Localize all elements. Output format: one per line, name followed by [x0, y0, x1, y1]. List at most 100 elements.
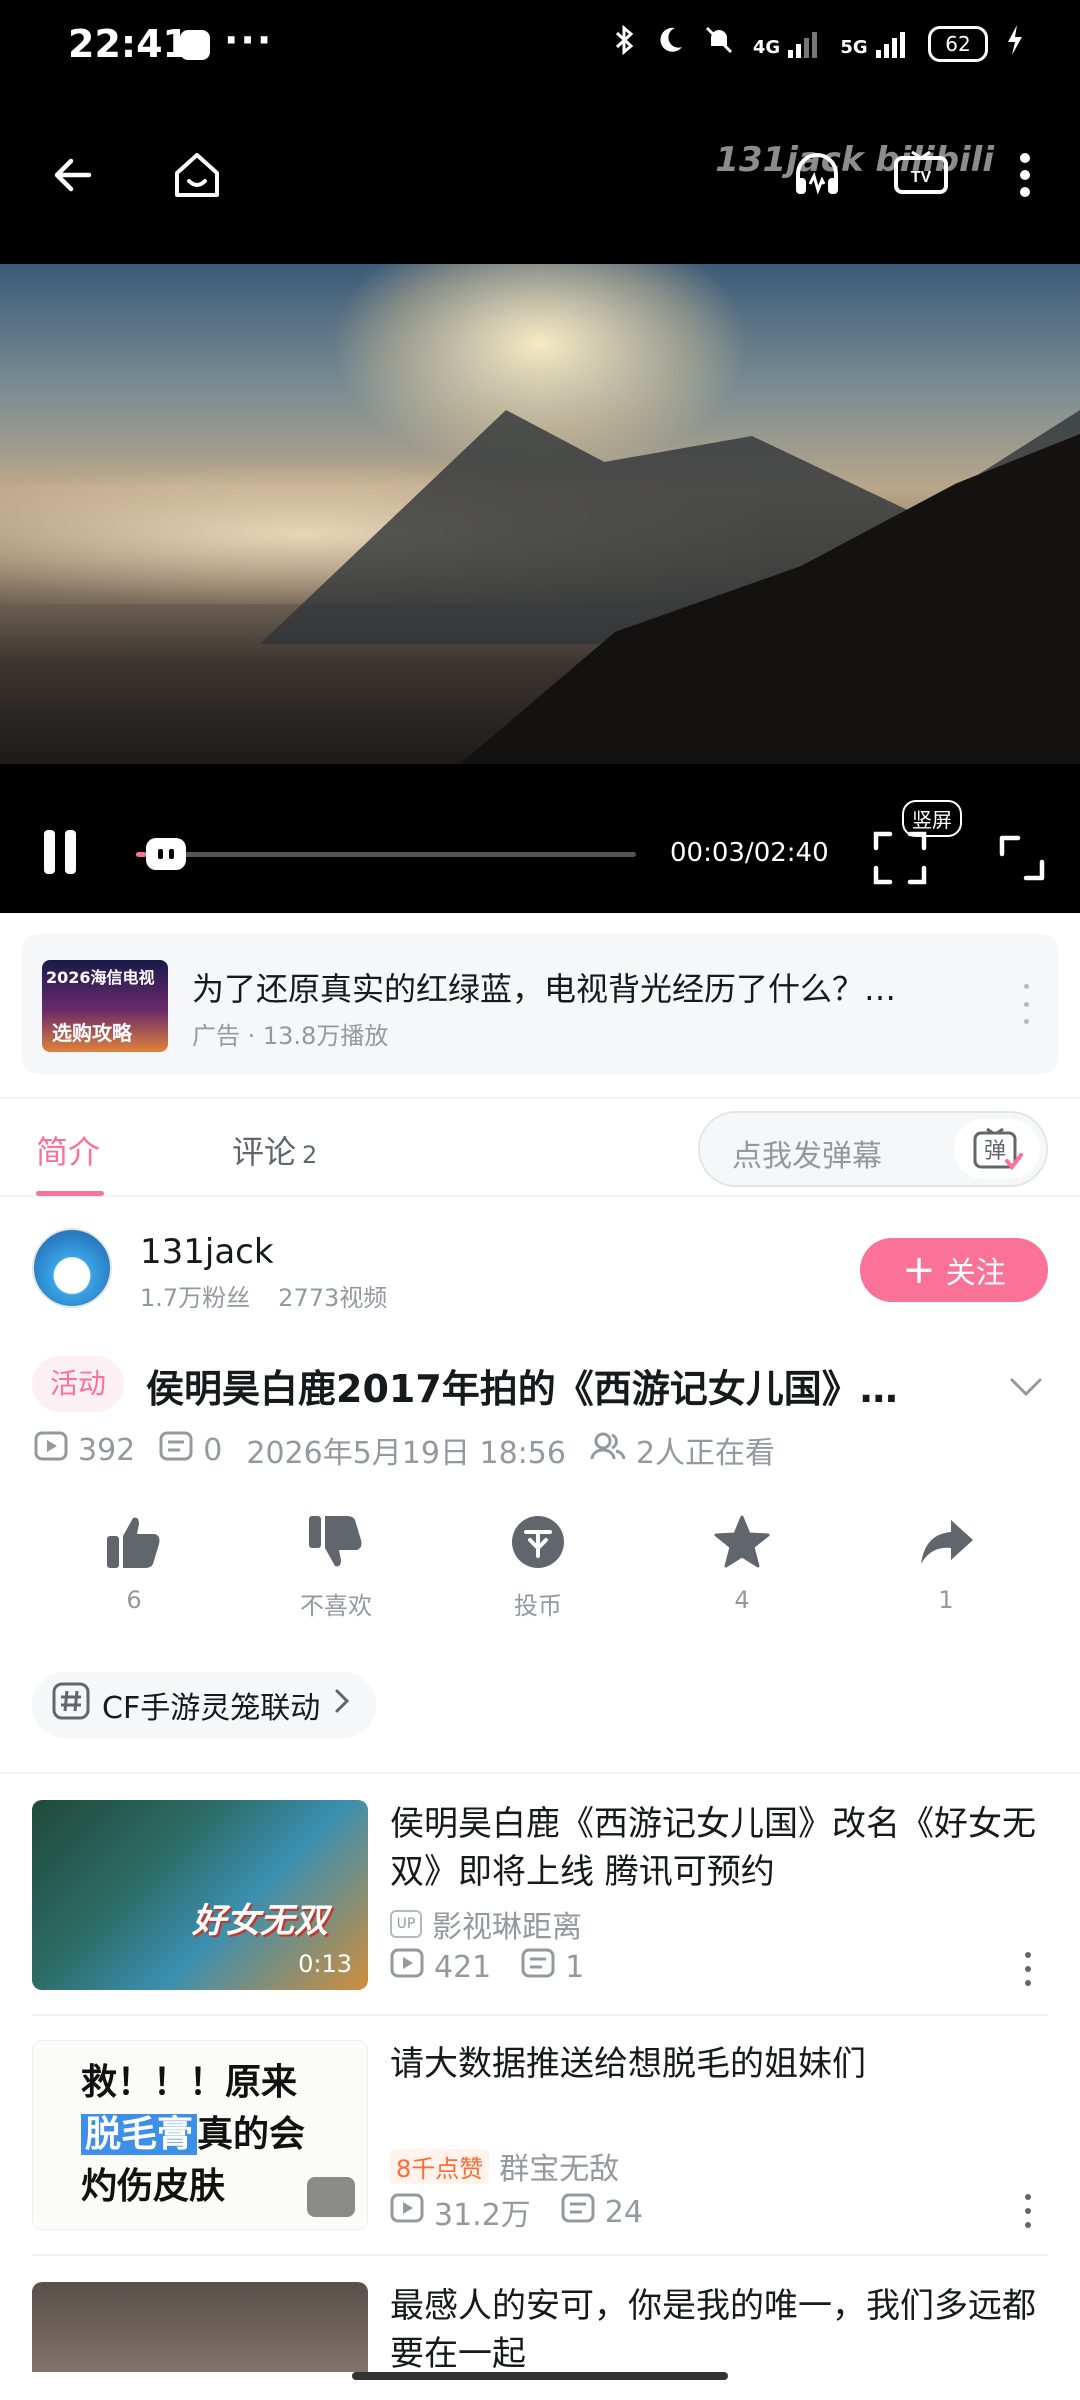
uploader-name[interactable]: 131jack	[140, 1232, 274, 1272]
more-vertical-icon[interactable]	[1022, 2194, 1034, 2228]
topic-chip[interactable]: CF手游灵笼联动	[32, 1672, 377, 1738]
player-controls: 00:03/02:40 竖屏	[0, 800, 1080, 910]
rec-plays: 31.2万	[434, 2198, 531, 2233]
publish-date: 2026年5月19日 18:56	[246, 1436, 566, 1471]
uploader-stats: 1.7万粉丝 2773视频	[140, 1278, 387, 1313]
rec-danmaku: 1	[565, 1949, 585, 1985]
video-frame[interactable]	[0, 264, 1080, 764]
home-icon[interactable]	[152, 130, 242, 220]
status-more-dots: ···	[224, 18, 274, 62]
follow-label: 关注	[945, 1256, 1006, 1291]
expand-icon[interactable]	[994, 830, 1050, 886]
more-vertical-icon[interactable]	[1022, 1952, 1034, 1986]
progress-bar[interactable]	[136, 838, 636, 870]
ad-thumb-bottom-text: 选购攻略	[52, 1021, 132, 1045]
play-count-icon	[390, 2193, 424, 2231]
danmaku-input-box[interactable]: 点我发弹幕 弹	[698, 1111, 1048, 1187]
rec-uploader-name: 影视琳距离	[432, 1910, 582, 1945]
tab-comments[interactable]: 评论 2	[232, 1127, 317, 1173]
rec-thumbnail[interactable]: 好女无双 0:13	[32, 1800, 368, 1990]
videos-count: 2773视频	[278, 1284, 388, 1312]
rec-duration: 0:13	[298, 1950, 352, 1978]
danmaku-count: 0	[203, 1432, 223, 1468]
rec-stats: 421 1	[390, 1948, 584, 1986]
list-item[interactable]: 最感人的安可，你是我的唯一，我们多远都要在一起	[0, 2282, 1080, 2372]
comments-count: 2	[302, 1141, 318, 1169]
danmaku-count-icon	[561, 2193, 595, 2231]
ad-title: 为了还原真实的红绿蓝，电视背光经历了什么？…	[192, 970, 897, 1008]
status-bar: 22:41 ··· 4G 5G 62	[0, 0, 1080, 92]
ad-meta: 广告 · 13.8万播放	[192, 1022, 389, 1050]
coin-button[interactable]: 投币	[468, 1512, 608, 1632]
list-item[interactable]: 救！！！原来 脱毛膏 真的会 灼伤皮肤 请大数据推送给想脱毛的姐妹们 8千点赞 群…	[0, 2040, 1080, 2260]
ad-thumb-top-text: 2026海信电视	[46, 968, 155, 987]
ad-thumbnail: 2026海信电视 选购攻略	[42, 960, 168, 1052]
thumbs-up-icon	[104, 1512, 164, 1572]
activity-tag[interactable]: 活动	[32, 1356, 125, 1412]
tab-intro[interactable]: 简介	[36, 1127, 100, 1173]
danmaku-count-icon	[521, 1948, 555, 1986]
dislike-label: 不喜欢	[300, 1592, 372, 1620]
rocket-icon	[307, 2177, 355, 2217]
chevron-right-icon	[332, 1687, 352, 1723]
notification-icon	[180, 30, 210, 60]
status-icons: 4G 5G 62	[613, 24, 1024, 64]
fullscreen-icon[interactable]	[870, 828, 930, 888]
star-icon	[712, 1512, 772, 1572]
like-button[interactable]: 6	[64, 1512, 204, 1632]
avatar[interactable]	[32, 1228, 112, 1308]
signal-4g-icon: 4G	[753, 30, 823, 58]
rec-thumbnail[interactable]	[32, 2282, 368, 2372]
rec-uploader-name: 群宝无敌	[499, 2152, 620, 2187]
dislike-button[interactable]: 不喜欢	[266, 1512, 406, 1632]
viewers-icon	[590, 1431, 626, 1469]
svg-text:弹: 弹	[984, 1139, 1006, 1164]
coin-icon	[508, 1512, 568, 1572]
mute-bell-icon	[703, 24, 735, 64]
play-count-icon	[390, 1948, 424, 1986]
list-divider	[32, 2014, 1048, 2016]
tabs-bar: 简介 评论 2 点我发弹幕 弹	[0, 1097, 1080, 1197]
time-display: 00:03/02:40	[670, 838, 829, 868]
pause-icon[interactable]	[28, 820, 92, 884]
chevron-down-icon[interactable]	[1006, 1366, 1046, 1406]
follow-button[interactable]: + 关注	[860, 1238, 1048, 1302]
coin-label: 投币	[514, 1592, 562, 1620]
signal-5g-icon: 5G	[840, 30, 910, 58]
rec-title: 侯明昊白鹿《西游记女儿国》改名《好女无双》即将上线 腾讯可预约	[390, 1804, 1036, 1892]
favorite-button[interactable]: 4	[672, 1512, 812, 1632]
rec-thumbnail[interactable]: 救！！！原来 脱毛膏 真的会 灼伤皮肤	[32, 2040, 368, 2230]
progress-thumb[interactable]	[146, 838, 186, 870]
rec-title: 最感人的安可，你是我的唯一，我们多远都要在一起	[390, 2286, 1036, 2372]
watching-count: 2人正在看	[635, 1436, 776, 1471]
charging-icon	[1006, 25, 1024, 63]
play-count: 392	[78, 1432, 136, 1468]
moon-icon	[655, 25, 685, 63]
rec-danmaku: 24	[604, 2194, 643, 2230]
rec-uploader: UP 影视琳距离	[390, 1902, 582, 1946]
share-button[interactable]: 1	[876, 1512, 1016, 1632]
danmaku-toggle-button[interactable]: 弹	[954, 1119, 1040, 1179]
ad-card[interactable]: 2026海信电视 选购攻略 为了还原真实的红绿蓝，电视背光经历了什么？… 广告 …	[22, 934, 1058, 1074]
thumbs-down-icon	[306, 1512, 366, 1572]
home-indicator[interactable]	[352, 2372, 728, 2380]
fans-count: 1.7万粉丝	[140, 1284, 251, 1312]
danmaku-input[interactable]: 点我发弹幕	[732, 1131, 882, 1175]
hashtag-icon	[52, 1682, 90, 1728]
battery-icon: 62	[928, 26, 988, 62]
up-badge: UP	[390, 1910, 422, 1938]
bluetooth-icon	[613, 24, 637, 64]
likes-badge: 8千点赞	[390, 2148, 490, 2184]
list-divider	[32, 2254, 1048, 2256]
rec-thumb-text: 好女无双	[192, 1901, 328, 1941]
danmaku-count-icon	[159, 1431, 193, 1469]
rec-title: 请大数据推送给想脱毛的姐妹们	[390, 2044, 866, 2084]
video-meta: 392 0 2026年5月19日 18:56 2人正在看	[34, 1428, 775, 1472]
share-count: 1	[938, 1586, 954, 1614]
back-arrow-icon[interactable]	[28, 130, 118, 220]
ad-more-icon[interactable]	[1016, 984, 1036, 1024]
topic-label: CF手游灵笼联动	[102, 1691, 321, 1726]
video-player[interactable]: 22:41 ··· 4G 5G 62 TV 131jack bilibili 0…	[0, 0, 1080, 913]
list-item[interactable]: 好女无双 0:13 侯明昊白鹿《西游记女儿国》改名《好女无双》即将上线 腾讯可预…	[0, 1800, 1080, 2020]
tab-active-indicator	[36, 1191, 104, 1196]
